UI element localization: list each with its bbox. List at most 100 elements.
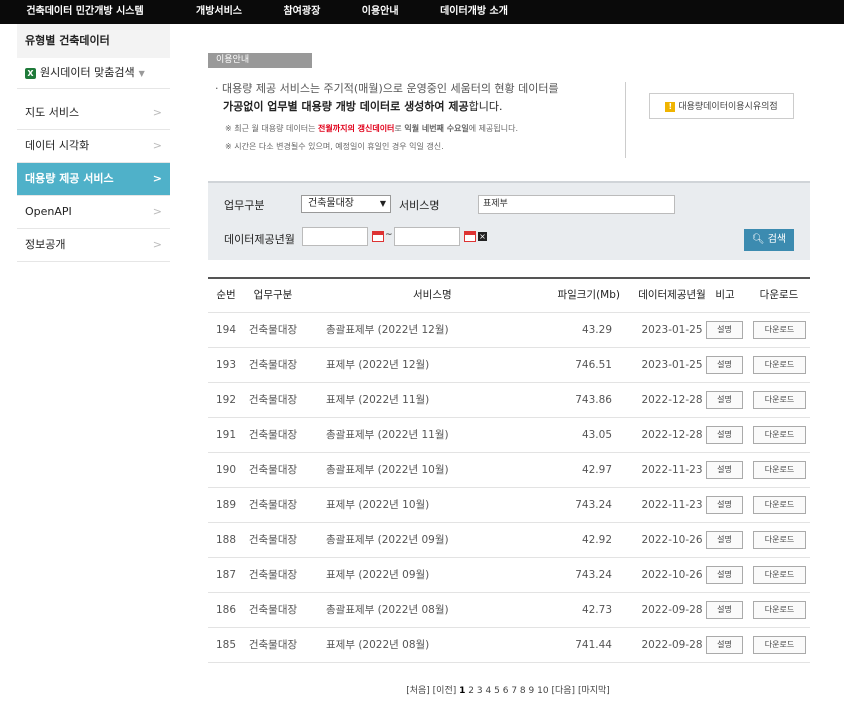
service-label: 서비스명 bbox=[399, 199, 440, 212]
date-to-input[interactable] bbox=[394, 227, 460, 246]
download-button[interactable]: 다운로드 bbox=[753, 461, 806, 479]
download-button[interactable]: 다운로드 bbox=[753, 321, 806, 339]
download-button[interactable]: 다운로드 bbox=[753, 391, 806, 409]
page-number[interactable]: 9 bbox=[529, 686, 535, 696]
page-number[interactable]: 7 bbox=[511, 686, 517, 696]
category-label: 업무구분 bbox=[224, 199, 265, 212]
row-category: 건축물대장 bbox=[248, 359, 298, 371]
sidebar-item-map-service[interactable]: 지도 서비스 > bbox=[17, 97, 170, 130]
table-row: 193 건축물대장 표제부 (2022년 12월) 746.51 2023-01-25 설… bbox=[208, 348, 810, 383]
row-service-name: 표제부 (2022년 12월) bbox=[326, 359, 430, 371]
table-row: 194 건축물대장 총괄표제부 (2022년 12월) 43.29 2023-01-25… bbox=[208, 313, 810, 348]
row-service-name: 표제부 (2022년 09월) bbox=[326, 569, 430, 581]
download-button[interactable]: 다운로드 bbox=[753, 531, 806, 549]
chevron-right-icon: > bbox=[152, 106, 162, 119]
description-button[interactable]: 설명 bbox=[706, 601, 743, 619]
menu-item-open-services[interactable]: 개방서비스 bbox=[196, 0, 242, 24]
row-service-name: 표제부 (2022년 08월) bbox=[326, 639, 430, 651]
date-from-input[interactable] bbox=[302, 227, 368, 246]
description-button[interactable]: 설명 bbox=[706, 461, 743, 479]
table-row: 186 건축물대장 총괄표제부 (2022년 08월) 42.73 2022-09-28… bbox=[208, 593, 810, 628]
pagination: [처음] [이전] 1 2 3 4 5 6 7 8 9 10 [다음] [마지막… bbox=[0, 683, 844, 696]
table-header: 순번 업무구분 서비스명 파일크기(Mb) 데이터제공년월 비고 다운로드 bbox=[208, 279, 810, 313]
info-note-2: ※ 시간은 다소 변경될수 있으며, 예정일이 휴일인 경우 익일 갱신. bbox=[225, 142, 444, 151]
description-button[interactable]: 설명 bbox=[706, 566, 743, 584]
row-file-size: 746.51 bbox=[575, 359, 612, 371]
table-row: 189 건축물대장 표제부 (2022년 10월) 743.24 2022-11-23 설… bbox=[208, 488, 810, 523]
page-next[interactable]: [다음] bbox=[551, 686, 575, 696]
row-category: 건축물대장 bbox=[248, 534, 298, 546]
download-button[interactable]: 다운로드 bbox=[753, 496, 806, 514]
row-file-size: 42.92 bbox=[581, 534, 612, 546]
page-number[interactable]: 5 bbox=[494, 686, 500, 696]
page-number[interactable]: 2 bbox=[468, 686, 474, 696]
table-row: 185 건축물대장 표제부 (2022년 08월) 741.44 2022-09-28 설… bbox=[208, 628, 810, 663]
description-button[interactable]: 설명 bbox=[706, 391, 743, 409]
col-header-no: 순번 bbox=[216, 289, 236, 301]
sidebar-item-raw-data-search[interactable]: X 원시데이터 맞춤검색 ▼ bbox=[17, 58, 170, 89]
row-file-size: 43.29 bbox=[581, 324, 612, 336]
sidebar-item-label: 데이터 시각화 bbox=[25, 139, 90, 152]
row-no: 186 bbox=[215, 604, 237, 616]
page-number[interactable]: 4 bbox=[485, 686, 491, 696]
page-last[interactable]: [마지막] bbox=[578, 686, 610, 696]
sidebar: 유형별 건축데이터 X 원시데이터 맞춤검색 ▼ 지도 서비스 > 데이터 시각화 > … bbox=[17, 24, 170, 262]
calendar-icon[interactable] bbox=[372, 231, 384, 242]
row-category: 건축물대장 bbox=[248, 464, 298, 476]
row-date: 2023-01-25 bbox=[641, 359, 703, 371]
row-service-name: 총괄표제부 (2022년 09월) bbox=[326, 534, 449, 546]
menu-item-participation[interactable]: 참여광장 bbox=[283, 0, 320, 24]
info-note-1: ※ 최근 월 대용량 데이터는 전월까지의 갱신데이터로 익월 네번째 수요일에… bbox=[225, 124, 519, 133]
sidebar-item-disclosure[interactable]: 정보공개 > bbox=[17, 229, 170, 262]
description-button[interactable]: 설명 bbox=[706, 531, 743, 549]
chevron-right-icon: > bbox=[152, 205, 162, 218]
sidebar-item-bulk-service[interactable]: 대용량 제공 서비스 > bbox=[17, 163, 170, 196]
row-category: 건축물대장 bbox=[248, 394, 298, 406]
info-line-2: 가공없이 업무별 대용량 개방 데이터로 생성하여 제공합니다. bbox=[223, 100, 503, 113]
page-prev[interactable]: [이전] bbox=[433, 686, 457, 696]
row-file-size: 42.73 bbox=[581, 604, 612, 616]
chevron-down-icon: ▼ bbox=[379, 199, 386, 208]
category-select[interactable]: 건축물대장 ▼ bbox=[301, 195, 391, 213]
date-range-tilde: ~ bbox=[385, 230, 393, 240]
calendar-icon[interactable] bbox=[464, 231, 476, 242]
page-number[interactable]: 8 bbox=[520, 686, 526, 696]
download-button[interactable]: 다운로드 bbox=[753, 566, 806, 584]
page-number[interactable]: 10 bbox=[537, 686, 548, 696]
page-number[interactable]: 3 bbox=[477, 686, 483, 696]
row-file-size: 43.05 bbox=[581, 429, 612, 441]
search-icon: 🔍︎ bbox=[751, 234, 765, 245]
usage-notice-button[interactable]: ! 대용량데이터이용시유의점 bbox=[649, 93, 794, 119]
sidebar-item-visualization[interactable]: 데이터 시각화 > bbox=[17, 130, 170, 163]
data-table: 순번 업무구분 서비스명 파일크기(Mb) 데이터제공년월 비고 다운로드 19… bbox=[208, 277, 810, 663]
description-button[interactable]: 설명 bbox=[706, 636, 743, 654]
page-first[interactable]: [처음] bbox=[406, 686, 430, 696]
description-button[interactable]: 설명 bbox=[706, 356, 743, 374]
download-button[interactable]: 다운로드 bbox=[753, 601, 806, 619]
top-menu: 개방서비스 참여광장 이용안내 데이터개방 소개 bbox=[196, 0, 546, 24]
site-brand[interactable]: 건축데이터 민간개방 시스템 bbox=[0, 0, 170, 24]
download-button[interactable]: 다운로드 bbox=[753, 636, 806, 654]
description-button[interactable]: 설명 bbox=[706, 496, 743, 514]
sidebar-item-label: 지도 서비스 bbox=[25, 106, 80, 119]
warning-icon: ! bbox=[665, 101, 676, 112]
search-button[interactable]: 🔍︎ 검색 bbox=[744, 229, 794, 251]
page-number[interactable]: 6 bbox=[503, 686, 509, 696]
description-button[interactable]: 설명 bbox=[706, 426, 743, 444]
section-tag: 이용안내 bbox=[208, 53, 312, 68]
sidebar-item-openapi[interactable]: OpenAPI > bbox=[17, 196, 170, 229]
row-date: 2022-10-26 bbox=[641, 534, 703, 546]
menu-item-about[interactable]: 데이터개방 소개 bbox=[440, 0, 508, 24]
download-button[interactable]: 다운로드 bbox=[753, 356, 806, 374]
download-button[interactable]: 다운로드 bbox=[753, 426, 806, 444]
row-no: 185 bbox=[215, 639, 237, 651]
col-header-download: 다운로드 bbox=[759, 289, 799, 301]
menu-item-usage-guide[interactable]: 이용안내 bbox=[362, 0, 399, 24]
service-name-input[interactable]: 표제부 bbox=[478, 195, 675, 214]
row-date: 2023-01-25 bbox=[641, 324, 703, 336]
description-button[interactable]: 설명 bbox=[706, 321, 743, 339]
clear-icon[interactable]: × bbox=[478, 232, 487, 241]
search-panel: 업무구분 건축물대장 ▼ 서비스명 표제부 데이터제공년월 ~ × 🔍︎ 검색 bbox=[208, 181, 810, 260]
row-file-size: 743.24 bbox=[575, 569, 612, 581]
chevron-down-icon: ▼ bbox=[138, 69, 145, 78]
